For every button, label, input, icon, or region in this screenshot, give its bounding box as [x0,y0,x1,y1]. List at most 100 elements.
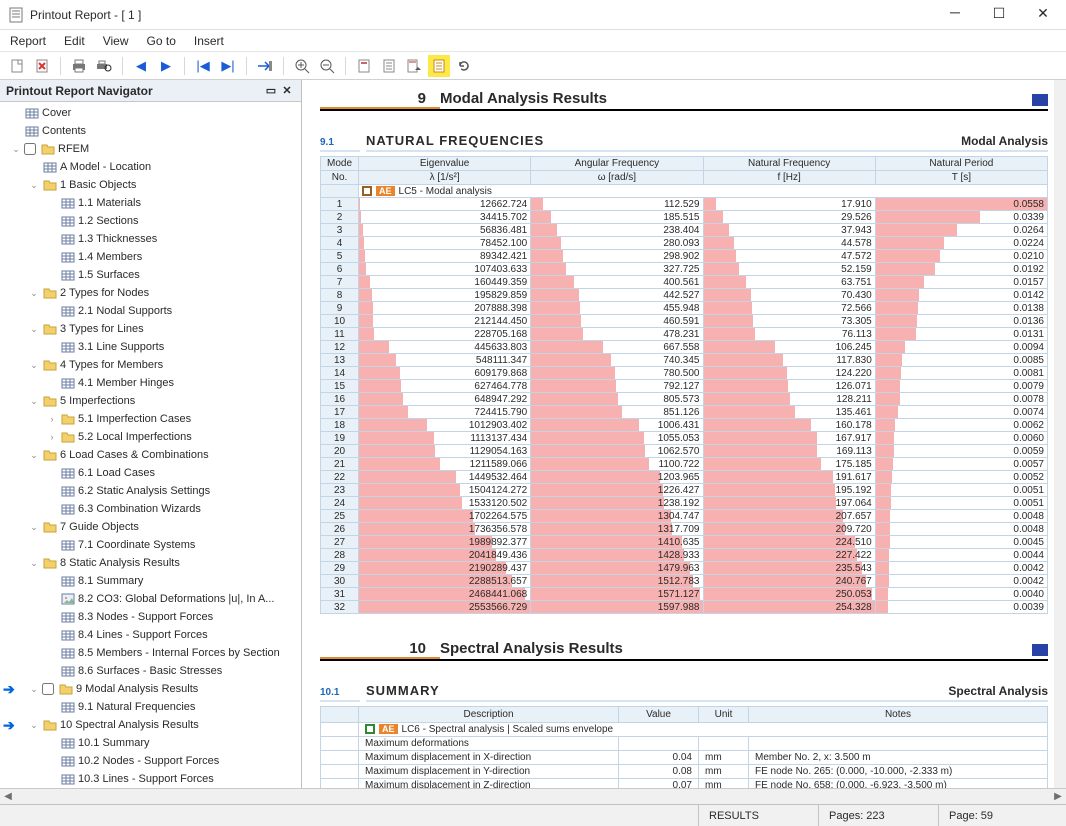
tree-item[interactable]: A Model - Location [4,158,301,176]
refresh-icon[interactable] [453,55,475,77]
report-content[interactable]: 9 Modal Analysis Results 9.1 NATURAL FRE… [302,80,1066,788]
status-bar: RESULTS Pages: 223 Page: 59 [0,804,1066,826]
new-report-icon[interactable] [6,55,28,77]
grid-icon [61,574,75,588]
table-row: 17724415.790851.126135.4610.0074 [321,406,1048,419]
page-dropdown-icon[interactable] [403,55,425,77]
folder-icon [59,682,73,696]
tree-item[interactable]: ›5.1 Imperfection Cases [4,410,301,428]
vertical-scrollbar[interactable] [1054,80,1066,788]
tree-item[interactable]: 9.1 Natural Frequencies [4,698,301,716]
expand-icon[interactable]: ⌄ [28,522,40,533]
folder-icon [43,556,57,570]
navigator-tree[interactable]: CoverContents⌄RFEMA Model - Location⌄1 B… [0,102,301,788]
table-row: 181012903.4021006.431160.1780.0062 [321,419,1048,432]
tree-item[interactable]: 8.6 Surfaces - Basic Stresses [4,662,301,680]
tree-item[interactable]: 8.1 Summary [4,572,301,590]
tree-item[interactable]: ⌄2 Types for Nodes [4,284,301,302]
delete-report-icon[interactable] [31,55,53,77]
tree-item[interactable]: 2.1 Nodal Supports [4,302,301,320]
expand-icon[interactable]: ⌄ [28,288,40,299]
table-row: 6107403.633327.72552.1590.0192 [321,263,1048,276]
tree-item[interactable]: ⌄5 Imperfections [4,392,301,410]
table-row: 589342.421298.90247.5720.0210 [321,250,1048,263]
tree-checkbox[interactable] [42,683,54,695]
grid-icon [61,772,75,786]
tree-item[interactable]: 10.1 Summary [4,734,301,752]
folder-icon [43,358,57,372]
goto-page-icon[interactable] [254,55,276,77]
menu-view[interactable]: View [103,34,129,48]
tree-label: 10.3 Lines - Support Forces [78,773,214,785]
tree-item[interactable]: 1.2 Sections [4,212,301,230]
expand-icon[interactable]: ⌄ [28,180,40,191]
last-page-icon[interactable]: ▶| [217,55,239,77]
tree-item[interactable]: ⌄RFEM [4,140,301,158]
expand-icon[interactable]: › [46,432,58,442]
next-page-icon[interactable]: ▶ [155,55,177,77]
expand-icon[interactable]: ⌄ [10,144,22,155]
tree-label: 1.2 Sections [78,215,139,227]
tree-item[interactable]: ⌄7 Guide Objects [4,518,301,536]
first-page-icon[interactable]: |◀ [192,55,214,77]
close-button[interactable]: ✕ [1028,6,1058,23]
tree-item[interactable]: ➔⌄9 Modal Analysis Results [4,680,301,698]
tree-item[interactable]: 7.1 Coordinate Systems [4,536,301,554]
expand-icon[interactable]: ⌄ [28,396,40,407]
tree-item[interactable]: ›5.2 Local Imperfections [4,428,301,446]
tree-item[interactable]: ⌄ 8 Static Analysis Results [4,554,301,572]
expand-icon[interactable]: ⌄ [28,558,40,569]
tree-item[interactable]: 1.3 Thicknesses [4,230,301,248]
grid-icon [61,700,75,714]
tree-item[interactable]: 6.1 Load Cases [4,464,301,482]
contents-mode-icon[interactable] [428,55,450,77]
maximize-button[interactable]: ☐ [984,6,1014,23]
tree-item[interactable]: Contents [4,122,301,140]
menu-insert[interactable]: Insert [194,34,224,48]
tree-label: 8 Static Analysis Results [60,557,180,569]
expand-icon[interactable]: ⌄ [28,450,40,461]
table-row: 231504124.2721226.427195.1920.0051 [321,484,1048,497]
tree-item[interactable]: ⌄6 Load Cases & Combinations [4,446,301,464]
menu-edit[interactable]: Edit [64,34,85,48]
expand-icon[interactable]: ⌄ [28,324,40,335]
tree-item[interactable]: 8.3 Nodes - Support Forces [4,608,301,626]
tree-item[interactable]: 6.2 Static Analysis Settings [4,482,301,500]
grid-icon [61,628,75,642]
zoom-out-icon[interactable] [316,55,338,77]
print-icon[interactable] [68,55,90,77]
tree-item[interactable]: 8.2 CO3: Global Deformations |u|, In A..… [4,590,301,608]
print-preview-icon[interactable] [93,55,115,77]
tree-item[interactable]: 1.1 Materials [4,194,301,212]
tree-item[interactable]: Cover [4,104,301,122]
expand-icon[interactable]: ⌄ [28,360,40,371]
tree-item[interactable]: ⌄4 Types for Members [4,356,301,374]
expand-icon[interactable]: ⌄ [28,684,40,695]
menu-report[interactable]: Report [10,34,46,48]
tree-item[interactable]: ⌄1 Basic Objects [4,176,301,194]
tree-item[interactable]: 3.1 Line Supports [4,338,301,356]
menu-goto[interactable]: Go to [147,34,176,48]
tree-item[interactable]: 1.5 Surfaces [4,266,301,284]
tree-item[interactable]: 4.1 Member Hinges [4,374,301,392]
expand-icon[interactable]: › [46,414,58,424]
tree-item[interactable]: 8.5 Members - Internal Forces by Section [4,644,301,662]
expand-icon[interactable]: ⌄ [28,720,40,731]
minimize-button[interactable]: ─ [940,6,970,23]
tree-item[interactable]: 8.4 Lines - Support Forces [4,626,301,644]
tree-label: 8.1 Summary [78,575,143,587]
pin-icon[interactable]: ▭ [263,84,279,97]
tree-item[interactable]: ⌄3 Types for Lines [4,320,301,338]
prev-page-icon[interactable]: ◀ [130,55,152,77]
horizontal-scrollbar[interactable]: ◀▶ [0,788,1066,804]
tree-item[interactable]: 6.3 Combination Wizards [4,500,301,518]
close-panel-icon[interactable]: ✕ [279,84,295,97]
page-layout-icon[interactable] [353,55,375,77]
zoom-in-icon[interactable] [291,55,313,77]
tree-checkbox[interactable] [24,143,36,155]
tree-item[interactable]: ➔⌄10 Spectral Analysis Results [4,716,301,734]
page-mode-icon[interactable] [378,55,400,77]
tree-item[interactable]: 10.3 Lines - Support Forces [4,770,301,788]
tree-item[interactable]: 10.2 Nodes - Support Forces [4,752,301,770]
tree-item[interactable]: 1.4 Members [4,248,301,266]
